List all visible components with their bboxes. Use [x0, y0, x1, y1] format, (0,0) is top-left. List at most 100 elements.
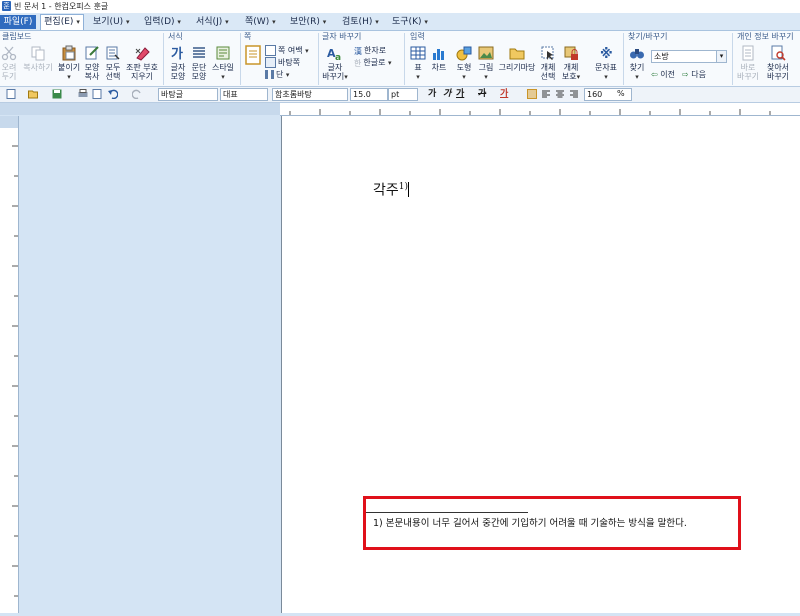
obj-select-button[interactable]: 개체 선택 [538, 45, 558, 81]
select-all-button[interactable]: 모두 선택 [103, 45, 123, 81]
menu-review-label: 검토(H) [342, 17, 373, 27]
bold-button[interactable]: 가 [428, 88, 436, 101]
chevron-down-icon: ▾ [424, 18, 428, 26]
page-bg-button[interactable]: 바탕쪽 [265, 57, 300, 68]
picture-icon [478, 46, 494, 60]
chevron-down-icon: ▾ [388, 59, 392, 67]
divider [318, 33, 319, 85]
copy-button[interactable]: 복사하기 [20, 45, 56, 72]
italic-button[interactable]: 가 [443, 88, 451, 101]
ribbon: 클립보드 서식 쪽 글자 바꾸기 입력 찾기/바꾸기 개인 정보 바꾸기 오려 … [0, 31, 800, 87]
symbols-button[interactable]: ※ 문자표 ▾ [592, 45, 620, 82]
align-justify-icon[interactable] [527, 89, 537, 99]
char-replace-button[interactable]: Aa 글자 바꾸기▾ [320, 45, 350, 82]
obj-select-label: 개체 선택 [540, 63, 556, 81]
find-next-button[interactable]: ⇨ 다음 [682, 69, 706, 80]
privacy-replace-button[interactable]: 바로 바꾸기 [736, 45, 760, 81]
horizontal-ruler[interactable] [280, 103, 800, 116]
chevron-down-icon: ▾ [484, 73, 488, 81]
columns-button[interactable]: 단 ▾ [265, 69, 289, 80]
style-select[interactable]: 바탕글 [158, 88, 218, 101]
window-title: 빈 문서 1 - 한컴오피스 훈글 [14, 2, 109, 11]
chevron-down-icon: ▾ [344, 73, 348, 81]
redo-icon[interactable] [132, 89, 142, 99]
symbols-label: 문자표 [594, 63, 618, 72]
document-body-text[interactable]: 각주1) [373, 178, 410, 200]
zoom-unit: % [615, 88, 633, 99]
menu-view[interactable]: 보기(U) ▾ [93, 15, 130, 29]
menu-review[interactable]: 검토(H) ▾ [342, 15, 379, 29]
find-prev-button[interactable]: ⇦ 이전 [651, 69, 675, 80]
char-shape-icon: 가 [171, 47, 183, 61]
menu-security[interactable]: 보안(R) ▾ [290, 15, 326, 29]
arrow-right-icon: ⇨ [682, 70, 689, 79]
font-color-button[interactable]: 가 [500, 88, 508, 101]
underline-button[interactable]: 가 [456, 88, 464, 101]
strikethrough-button[interactable]: 가 [478, 88, 486, 101]
menu-format[interactable]: 서식(J) ▾ [196, 15, 229, 29]
shape-button[interactable]: 도형 ▾ [454, 45, 474, 82]
align-left-icon[interactable] [541, 89, 551, 99]
align-right-icon[interactable] [569, 89, 579, 99]
group-insert-title: 입력 [410, 32, 425, 41]
format-copy-button[interactable]: 모양 복사 [82, 45, 102, 81]
find-input[interactable]: 소방 [651, 50, 719, 63]
svg-text:가: 가 [171, 47, 183, 61]
remove-ctrl-button[interactable]: 조판 부호 지우기 [124, 45, 160, 81]
hangul-button[interactable]: 한 한글로 ▾ [354, 57, 392, 68]
table-icon [410, 46, 426, 60]
find-button[interactable]: 찾기 ▾ [628, 45, 646, 82]
zoom-unit-value: % [617, 89, 625, 98]
find-replace-button[interactable]: 찾아서 바꾸기 [764, 45, 792, 81]
font-unit-select[interactable]: pt [388, 88, 418, 101]
divider [404, 33, 405, 85]
hangul-icon: 한 [354, 59, 362, 68]
font-select[interactable]: 함초롬바탕 [272, 88, 348, 101]
find-dropdown[interactable]: ▾ [716, 50, 727, 63]
open-folder-icon[interactable] [28, 89, 38, 99]
table-button[interactable]: 표 ▾ [408, 45, 428, 82]
gallery-label: 그리기마당 [498, 63, 536, 72]
chart-button[interactable]: 차트 [429, 45, 449, 72]
save-icon[interactable] [52, 89, 62, 99]
gallery-button[interactable]: 그리기마당 [498, 45, 536, 72]
group-replace-chars-title: 글자 바꾸기 [322, 32, 362, 41]
menu-page[interactable]: 쪽(W) ▾ [245, 15, 276, 29]
clipboard-icon [62, 45, 76, 61]
footnote-reference[interactable]: 1) [399, 182, 408, 192]
align-center-icon[interactable] [555, 89, 565, 99]
style-select-value: 바탕글 [161, 90, 184, 99]
style-button[interactable]: 스타일 ▾ [210, 45, 236, 82]
menu-tools[interactable]: 도구(K) ▾ [392, 15, 428, 29]
hanja-button[interactable]: 漢 한자로 [354, 45, 386, 56]
obj-protect-button[interactable]: 개체 보호▾ [560, 45, 582, 82]
svg-text:a: a [335, 53, 341, 61]
page-setup-button[interactable] [244, 45, 262, 79]
page-margin-button[interactable]: 쪽 여백 ▾ [265, 45, 309, 56]
para-shape-button[interactable]: 문단 모양 [189, 45, 209, 81]
preview-icon[interactable] [92, 89, 102, 99]
menu-edit[interactable]: 편집(E) ▾ [40, 14, 84, 30]
divider [732, 33, 733, 85]
picture-button[interactable]: 그림 ▾ [476, 45, 496, 82]
find-document-icon [771, 45, 786, 61]
vertical-ruler[interactable] [0, 116, 19, 613]
hanja-label: 한자로 [364, 46, 387, 55]
undo-icon[interactable] [108, 89, 118, 99]
menu-insert[interactable]: 입력(D) ▾ [144, 15, 181, 29]
language-select[interactable]: 대표 [220, 88, 268, 101]
menu-file[interactable]: 파일(F) [0, 15, 36, 29]
print-icon[interactable] [78, 89, 88, 99]
menu-bar: 파일(F) 편집(E) ▾ 보기(U) ▾ 입력(D) ▾ 서식(J) ▾ 쪽(… [0, 13, 800, 31]
chevron-down-icon: ▾ [67, 73, 71, 81]
language-select-value: 대표 [223, 90, 238, 99]
new-document-icon[interactable] [6, 89, 16, 99]
char-shape-button[interactable]: 가 글자 모양 [168, 45, 188, 81]
paste-button[interactable]: 붙이기 ▾ [58, 45, 80, 82]
binoculars-icon [630, 49, 644, 59]
page-bg-icon [265, 57, 276, 68]
font-size-input[interactable]: 15.0 [350, 88, 388, 101]
paragraph-icon [193, 47, 205, 58]
cut-button[interactable]: 오려 두기 [0, 45, 18, 81]
vertical-ruler-ticks [0, 116, 18, 597]
